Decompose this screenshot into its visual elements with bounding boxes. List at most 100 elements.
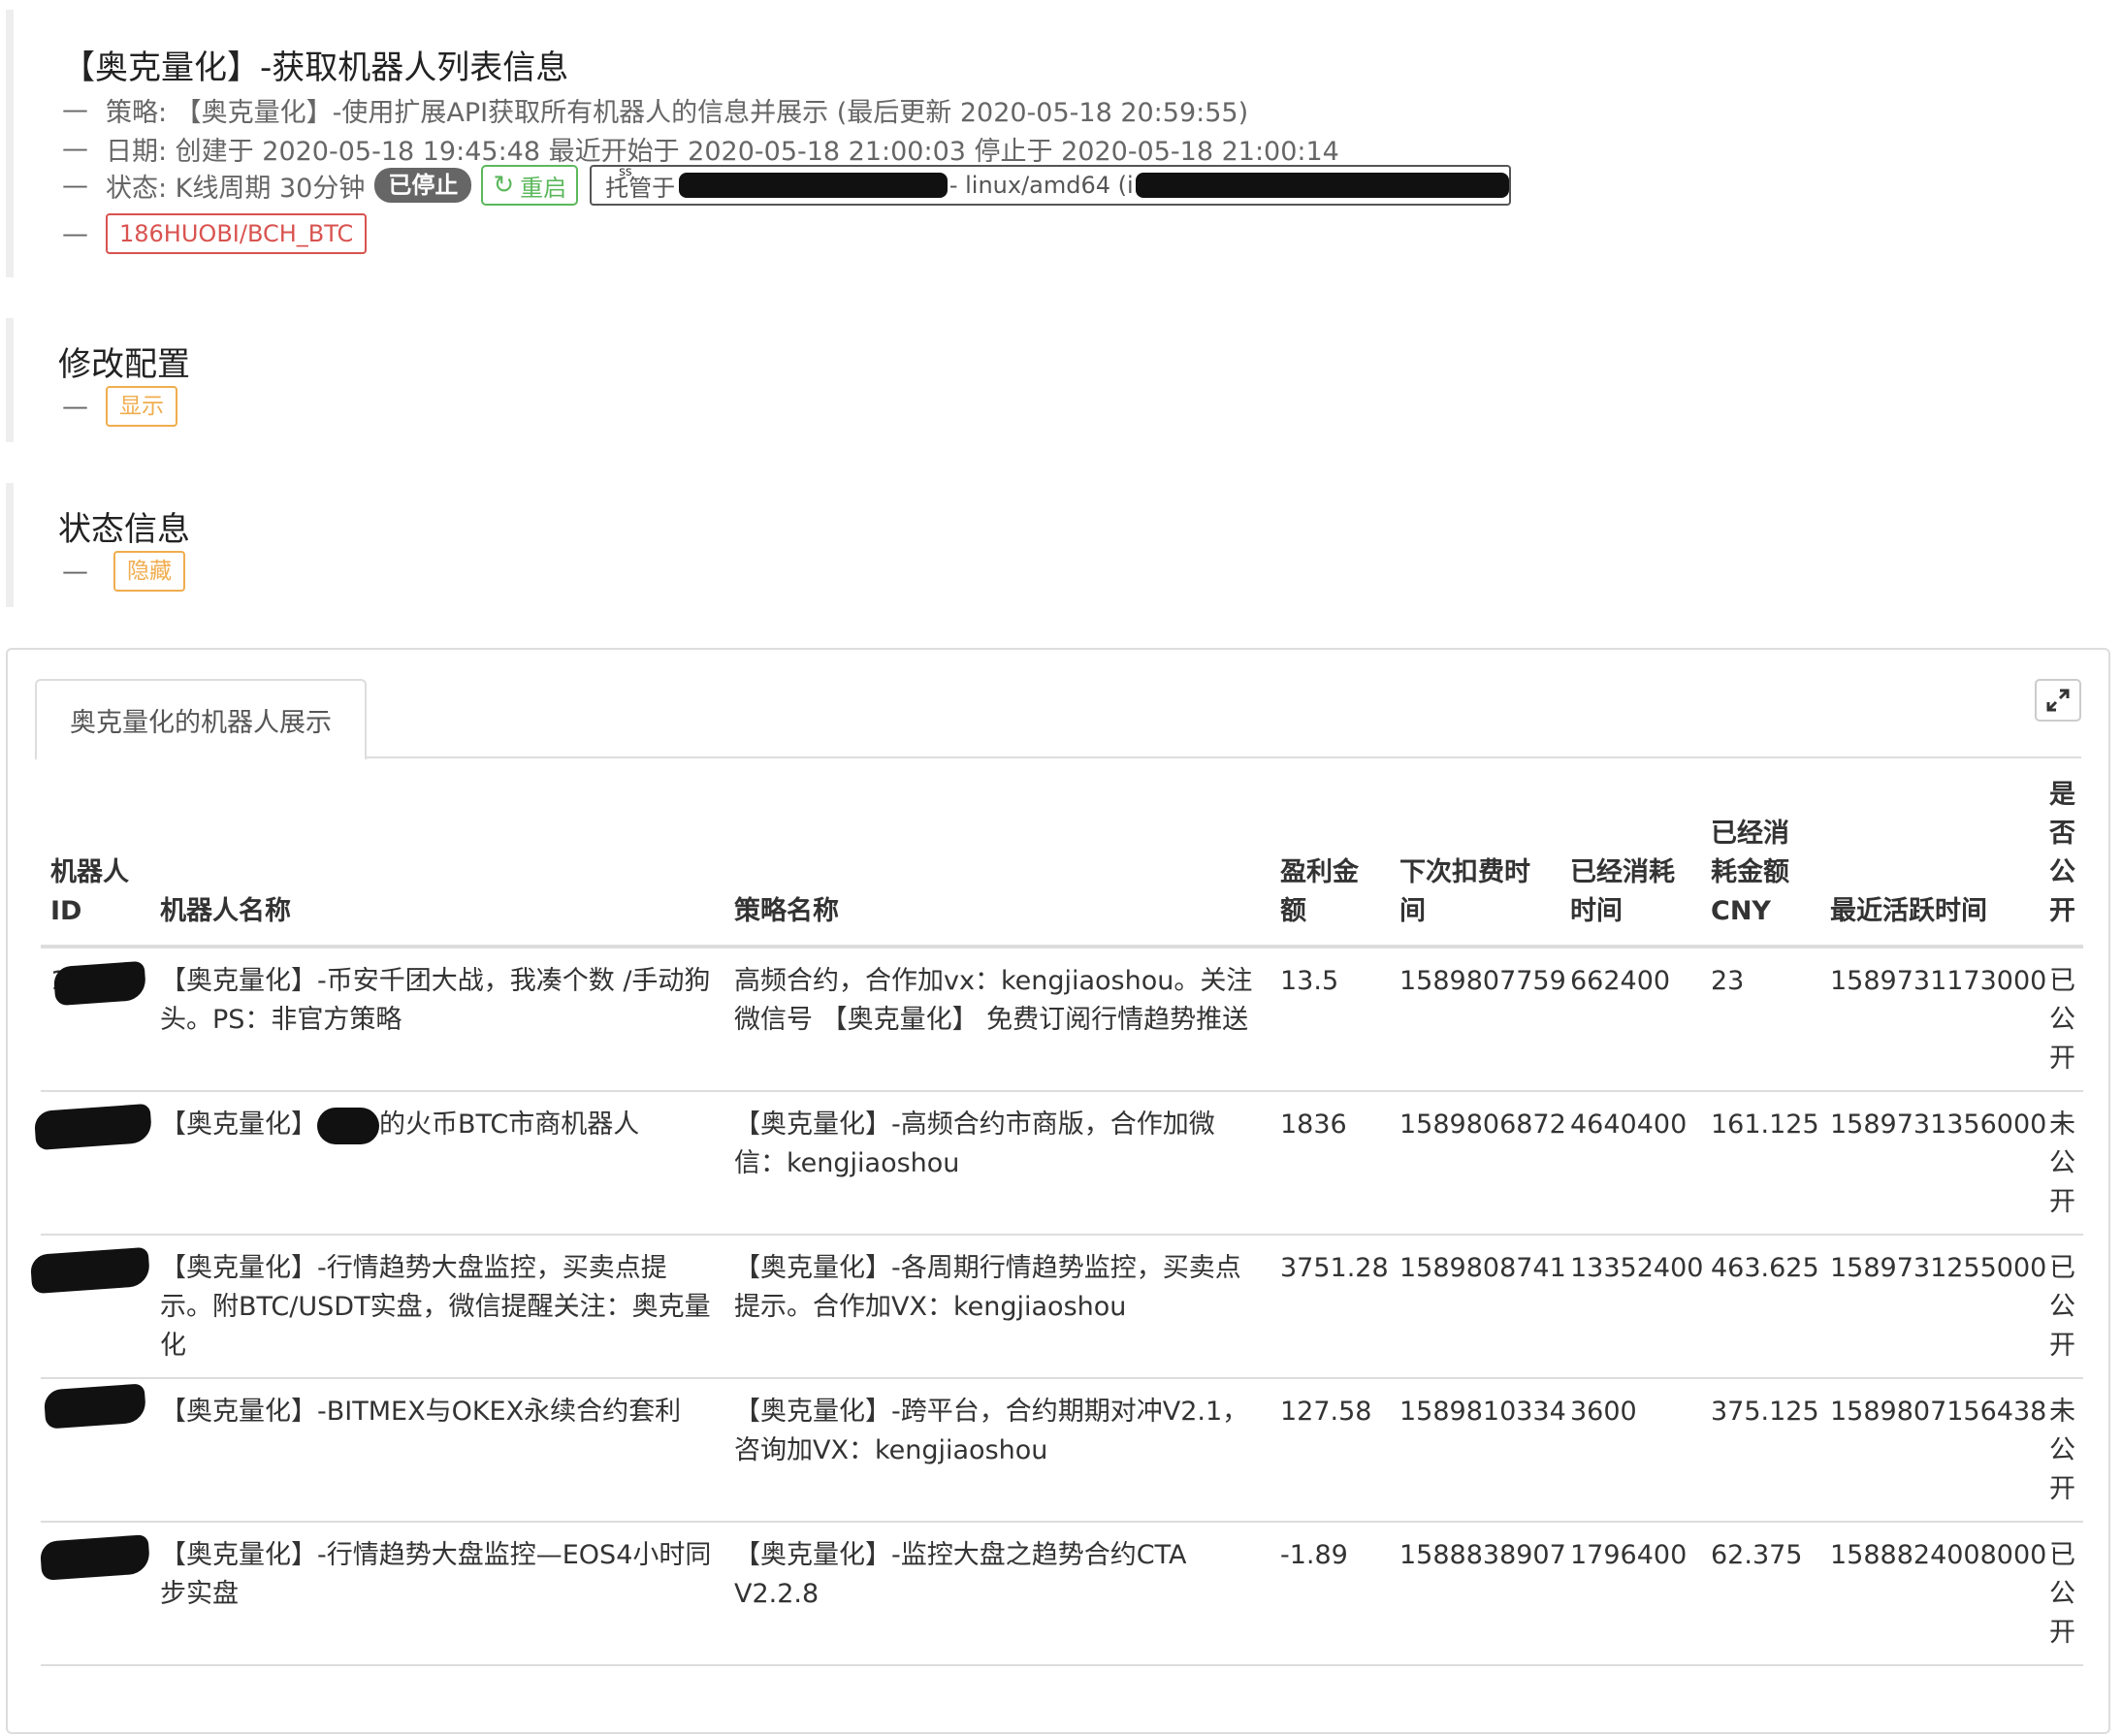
refresh-icon: ↻ [493, 171, 514, 200]
table-row[interactable]: 1 【奥克量化】-BITMEX与OKEX永续合约套利 【奥克量化】-跨平台，合约… [41, 1378, 2083, 1522]
show-config-button[interactable]: 显示 [106, 386, 177, 427]
col-header-next-fee: 下次扣费时间 [1390, 768, 1560, 947]
profit-cell: -1.89 [1270, 1522, 1390, 1665]
next-fee-cell: 1589806872 [1390, 1091, 1560, 1235]
strategy-name-cell: 高频合约，合作加vx：kengjiaoshou。关注微信号 【奥克量化】 免费订… [724, 947, 1270, 1091]
col-header-public: 是否公开 [2040, 768, 2083, 947]
table-row[interactable]: 【奥克量化】 的火币BTC市商机器人 【奥克量化】-高频合约市商版，合作加微信：k… [41, 1091, 2083, 1235]
next-fee-cell: 1589810334 [1390, 1378, 1560, 1522]
strategy-name-cell: 【奥克量化】-监控大盘之趋势合约CTA V2.2.8 [724, 1522, 1270, 1665]
elapsed-cell: 3600 [1560, 1378, 1701, 1522]
strategy-name-cell: 【奥克量化】-高频合约市商版，合作加微信：kengjiaoshou [724, 1091, 1270, 1235]
col-header-elapsed: 已经消耗时间 [1560, 768, 1701, 947]
robot-name-suffix: 的火币BTC市商机器人 [379, 1109, 639, 1140]
redacted-name-part [317, 1108, 379, 1144]
last-active-cell: 1588824008000 [1820, 1522, 2040, 1665]
robot-id-cell [41, 1091, 150, 1235]
last-active-cell: 1589731173000 [1820, 947, 2040, 1091]
cost-cell: 161.125 [1701, 1091, 1820, 1235]
redacted-id [30, 1247, 150, 1294]
elapsed-cell: 4640400 [1560, 1091, 1701, 1235]
col-header-id: 机器人ID [41, 768, 150, 947]
cost-cell: 463.625 [1701, 1235, 1820, 1378]
robot-table-panel: 奥克量化的机器人展示 机器人ID 机器人名称 策略名称 盈利金额 下次扣费时间 … [6, 648, 2110, 1734]
restart-button[interactable]: ↻ 重启 [481, 165, 578, 206]
tab-strip: 奥克量化的机器人展示 [35, 679, 2081, 758]
tab-robot-display[interactable]: 奥克量化的机器人展示 [35, 679, 367, 760]
strategy-name-cell: 【奥克量化】-跨平台，合约期期对冲V2.1，咨询加VX：kengjiaoshou [724, 1378, 1270, 1522]
exchange-pair-tag[interactable]: 186HUOBI/BCH_BTC [106, 213, 367, 254]
col-header-name: 机器人名称 [150, 768, 724, 947]
status-line: — 状态: K线周期 30分钟 已停止 ↻ 重启 ss 托管于 - linux/… [62, 165, 1511, 206]
col-header-cost: 已经消耗金额CNY [1701, 768, 1820, 947]
redacted-id [34, 1104, 152, 1150]
dash: — [62, 134, 88, 164]
host-superscript: ss [619, 165, 632, 179]
col-header-strategy: 策略名称 [724, 768, 1270, 947]
robot-name-cell: 【奥克量化】-BITMEX与OKEX永续合约套利 [150, 1378, 724, 1522]
cost-cell: 62.375 [1701, 1522, 1820, 1665]
config-title: 修改配置 [58, 338, 190, 385]
col-header-last-active: 最近活跃时间 [1820, 768, 2040, 947]
profit-cell: 1836 [1270, 1091, 1390, 1235]
next-fee-cell: 1588838907 [1390, 1522, 1560, 1665]
next-fee-cell: 1589808741 [1390, 1235, 1560, 1378]
host-info: ss 托管于 - linux/amd64 (i [590, 165, 1511, 206]
last-active-cell: 1589807156438 [1820, 1378, 2040, 1522]
robot-name-cell: 【奥克量化】-行情趋势大盘监控，买卖点提示。附BTC/USDT实盘，微信提醒关注… [150, 1235, 724, 1378]
last-active-cell: 1589731255000 [1820, 1235, 2040, 1378]
robot-name-cell: 【奥克量化】-行情趋势大盘监控—EOS4小时同步实盘 [150, 1522, 724, 1665]
page-title: 【奥克量化】-获取机器人列表信息 [62, 41, 568, 88]
col-header-profit: 盈利金额 [1270, 768, 1390, 947]
dash: — [62, 557, 88, 587]
last-active-cell: 1589731356000 [1820, 1091, 2040, 1235]
exchange-line: — 186HUOBI/BCH_BTC [62, 213, 367, 254]
elapsed-cell: 662400 [1560, 947, 1701, 1091]
host-arch: - linux/amd64 (i [949, 172, 1134, 199]
table-row[interactable]: 1 【奥克量化】-币安千团大战，我凑个数 /手动狗头。PS：非官方策略 高频合约… [41, 947, 2083, 1091]
elapsed-cell: 1796400 [1560, 1522, 1701, 1665]
robot-id-cell [41, 1522, 150, 1665]
date-text: 日期: 创建于 2020-05-18 19:45:48 最近开始于 2020-0… [106, 130, 1339, 168]
date-line: — 日期: 创建于 2020-05-18 19:45:48 最近开始于 2020… [62, 130, 1339, 168]
config-line: — 显示 [62, 386, 177, 427]
cost-cell: 23 [1701, 947, 1820, 1091]
restart-label: 重启 [520, 169, 566, 203]
next-fee-cell: 1589807759 [1390, 947, 1560, 1091]
expand-button[interactable] [2035, 679, 2081, 722]
robot-id-cell: 1 [41, 1378, 150, 1522]
redacted-id [53, 961, 147, 1006]
status-info-line: — 隐藏 [62, 551, 185, 592]
hide-status-button[interactable]: 隐藏 [113, 551, 185, 592]
profit-cell: 3751.28 [1270, 1235, 1390, 1378]
status-text: 状态: K线周期 30分钟 [106, 167, 365, 205]
redacted-host-detail [1136, 173, 1509, 198]
status-badge: 已停止 [374, 168, 471, 203]
dash: — [62, 219, 88, 249]
profit-cell: 13.5 [1270, 947, 1390, 1091]
dash: — [62, 392, 88, 422]
status-info-section: 状态信息 — 隐藏 [6, 483, 2110, 607]
robot-table: 机器人ID 机器人名称 策略名称 盈利金额 下次扣费时间 已经消耗时间 已经消耗… [41, 768, 2083, 1666]
strategy-text: 策略: 【奥克量化】-使用扩展API获取所有机器人的信息并展示 (最后更新 20… [106, 91, 1248, 129]
table-row[interactable]: 【奥克量化】-行情趋势大盘监控—EOS4小时同步实盘 【奥克量化】-监控大盘之趋… [41, 1522, 2083, 1665]
table-header-row: 机器人ID 机器人名称 策略名称 盈利金额 下次扣费时间 已经消耗时间 已经消耗… [41, 768, 2083, 947]
redacted-id [40, 1534, 151, 1581]
expand-icon [2045, 688, 2071, 713]
robot-name-cell: 【奥克量化】 的火币BTC市商机器人 [150, 1091, 724, 1235]
redacted-hostname [679, 173, 948, 198]
table-row[interactable]: 【奥克量化】-行情趋势大盘监控，买卖点提示。附BTC/USDT实盘，微信提醒关注… [41, 1235, 2083, 1378]
robot-id-cell [41, 1235, 150, 1378]
profit-cell: 127.58 [1270, 1378, 1390, 1522]
config-section: 修改配置 — 显示 [6, 318, 2110, 442]
strategy-line: — 策略: 【奥克量化】-使用扩展API获取所有机器人的信息并展示 (最后更新 … [62, 91, 1248, 129]
robot-id-cell: 1 [41, 947, 150, 1091]
host-prefix: 托管于 [605, 169, 675, 203]
dash: — [62, 95, 88, 125]
status-info-title: 状态信息 [58, 502, 190, 550]
robot-info-section: 【奥克量化】-获取机器人列表信息 — 策略: 【奥克量化】-使用扩展API获取所… [6, 10, 2110, 277]
robot-name-cell: 【奥克量化】-币安千团大战，我凑个数 /手动狗头。PS：非官方策略 [150, 947, 724, 1091]
dash: — [62, 171, 88, 201]
robot-name-prefix: 【奥克量化】 [160, 1109, 317, 1140]
redacted-id [44, 1383, 147, 1429]
